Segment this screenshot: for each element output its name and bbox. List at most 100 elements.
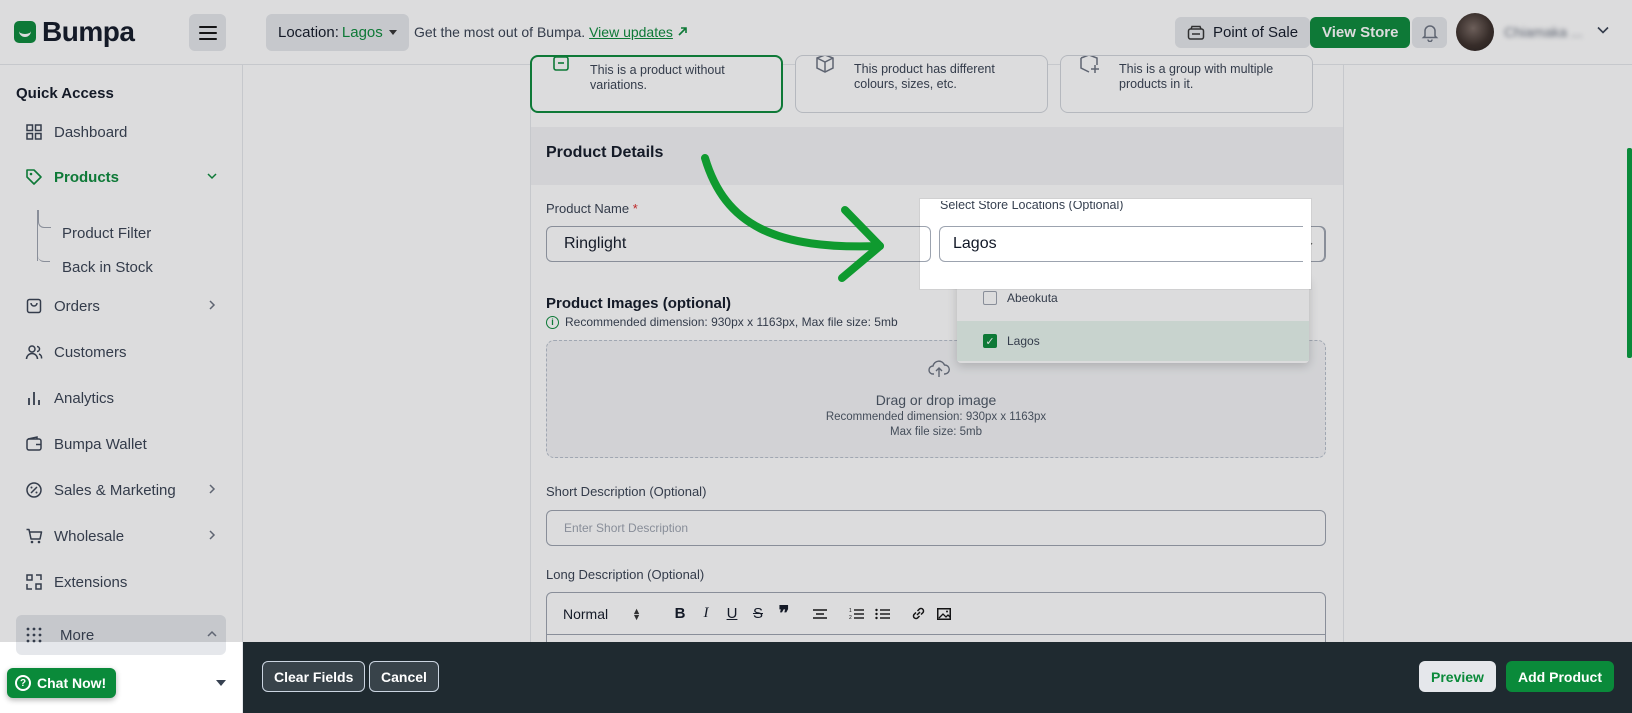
bumpa-logo-icon bbox=[14, 21, 36, 43]
point-of-sale-button[interactable]: Point of Sale bbox=[1175, 17, 1311, 48]
sidebar-item-label: Bumpa Wallet bbox=[54, 435, 147, 453]
product-details-title: Product Details bbox=[546, 144, 664, 161]
sidebar-item-extensions[interactable]: Extensions bbox=[16, 562, 226, 602]
cloud-upload-icon bbox=[928, 360, 950, 377]
cart-icon bbox=[24, 526, 44, 546]
bullet-list-icon[interactable] bbox=[869, 602, 895, 626]
pos-terminal-icon bbox=[1187, 25, 1205, 40]
sidebar-item-bumpa-wallet[interactable]: Bumpa Wallet bbox=[16, 424, 226, 464]
info-icon: i bbox=[546, 315, 559, 329]
bag-icon bbox=[24, 296, 44, 316]
sidebar-item-sales-marketing[interactable]: Sales & Marketing bbox=[16, 470, 226, 510]
image-icon[interactable] bbox=[931, 602, 957, 626]
underline-icon[interactable]: U bbox=[719, 602, 745, 626]
product-name-label: Product Name * bbox=[546, 201, 638, 216]
page-scrollbar[interactable] bbox=[1627, 148, 1632, 358]
view-updates-link[interactable]: View updates bbox=[589, 24, 673, 40]
sidebar-subitem-product-filter[interactable]: Product Filter bbox=[62, 225, 151, 242]
short-description-label: Short Description (Optional) bbox=[546, 484, 707, 499]
user-name[interactable]: Chiamaka ... bbox=[1504, 24, 1583, 40]
grid-icon bbox=[24, 122, 44, 142]
caret-down-icon bbox=[388, 30, 397, 35]
bumpa-logo[interactable]: Bumpa bbox=[14, 16, 135, 48]
link-icon[interactable] bbox=[905, 602, 931, 626]
percent-icon bbox=[24, 480, 44, 500]
product-type-simple-card[interactable]: This is a product without variations. bbox=[530, 55, 783, 113]
chevron-right-icon bbox=[209, 300, 216, 310]
align-icon[interactable] bbox=[807, 602, 833, 626]
chat-now-button[interactable]: ? Chat Now! bbox=[7, 668, 117, 698]
dropzone-title: Drag or drop image bbox=[875, 392, 997, 408]
form-footer: Clear Fields Cancel Preview Add Product bbox=[243, 642, 1632, 713]
sidebar-item-more[interactable]: More bbox=[16, 615, 226, 655]
chevron-down-icon[interactable] bbox=[1596, 23, 1610, 37]
italic-icon[interactable]: I bbox=[693, 602, 719, 626]
puzzle-icon bbox=[24, 572, 44, 592]
menu-toggle-button[interactable] bbox=[189, 14, 226, 51]
notifications-button[interactable] bbox=[1412, 17, 1447, 48]
bell-icon bbox=[1421, 25, 1438, 42]
cancel-button[interactable]: Cancel bbox=[369, 661, 439, 692]
store-location-label: Select Store Locations (Optional) bbox=[940, 201, 1124, 211]
location-selector[interactable]: Location: Lagos bbox=[266, 14, 409, 51]
sidebar: Quick Access Dashboard Products Product … bbox=[0, 65, 243, 713]
caret-down-icon[interactable] bbox=[216, 680, 226, 686]
sidebar-item-label: Wholesale bbox=[54, 527, 125, 545]
help-icon: ? bbox=[15, 675, 31, 691]
logo-text: Bumpa bbox=[42, 16, 135, 47]
short-description-input[interactable]: Enter Short Description bbox=[546, 510, 1326, 546]
dropdown-option-lagos[interactable]: ✓ Lagos bbox=[957, 321, 1309, 361]
chevron-right-icon bbox=[209, 530, 216, 540]
store-location-spotlight: Select Store Locations (Optional) Lagos bbox=[920, 199, 1311, 289]
strikethrough-icon[interactable]: S bbox=[745, 602, 771, 626]
guide-arrow-icon bbox=[701, 154, 884, 282]
quote-icon[interactable]: ❞ bbox=[771, 602, 797, 626]
add-product-button[interactable]: Add Product bbox=[1506, 661, 1614, 692]
cube-icon bbox=[816, 56, 834, 73]
sidebar-item-wholesale[interactable]: Wholesale bbox=[16, 516, 226, 556]
sidebar-subitem-back-in-stock[interactable]: Back in Stock bbox=[62, 259, 153, 276]
sidebar-item-label: Dashboard bbox=[54, 123, 128, 141]
store-location-select[interactable]: Lagos bbox=[939, 226, 1303, 262]
long-description-label: Long Description (Optional) bbox=[546, 567, 705, 582]
product-images-hint: i Recommended dimension: 930px x 1163px,… bbox=[546, 315, 898, 329]
location-value: Lagos bbox=[341, 24, 383, 41]
checkbox-checked-icon[interactable]: ✓ bbox=[983, 334, 997, 348]
arrow-up-right-icon bbox=[678, 27, 687, 36]
product-type-variant-card[interactable]: This product has different colours, size… bbox=[795, 55, 1048, 113]
clear-fields-button[interactable]: Clear Fields bbox=[262, 661, 366, 692]
dots-grid-icon bbox=[24, 625, 44, 645]
user-avatar[interactable] bbox=[1456, 13, 1494, 51]
product-type-description: This is a group with multiple products i… bbox=[1119, 62, 1274, 91]
required-mark: * bbox=[632, 201, 638, 216]
ordered-list-icon[interactable]: 12 bbox=[843, 602, 869, 626]
checkbox-unchecked-icon[interactable] bbox=[983, 291, 997, 305]
pos-label: Point of Sale bbox=[1213, 24, 1299, 41]
sidebar-item-label: Sales & Marketing bbox=[54, 481, 176, 499]
format-select[interactable]: Normal ▲ ▼ bbox=[563, 606, 657, 622]
dropzone-dimension: Recommended dimension: 930px x 1163px bbox=[825, 411, 1047, 423]
location-label: Location: bbox=[278, 24, 339, 41]
quick-access-title: Quick Access bbox=[16, 85, 114, 102]
sidebar-item-dashboard[interactable]: Dashboard bbox=[16, 112, 226, 152]
view-store-button[interactable]: View Store bbox=[1310, 17, 1411, 48]
tag-icon bbox=[24, 167, 44, 187]
sidebar-item-label: Orders bbox=[54, 297, 100, 315]
bar-chart-icon bbox=[24, 388, 44, 408]
chevron-right-icon bbox=[209, 484, 216, 494]
hamburger-icon bbox=[198, 25, 217, 28]
sidebar-item-products[interactable]: Products bbox=[16, 157, 226, 197]
sidebar-item-customers[interactable]: Customers bbox=[16, 332, 226, 372]
users-icon bbox=[24, 342, 44, 362]
promo-banner: Get the most out of Bumpa. View updates bbox=[414, 24, 688, 40]
sidebar-item-analytics[interactable]: Analytics bbox=[16, 378, 226, 418]
svg-text:2: 2 bbox=[849, 615, 852, 620]
submenu-connector bbox=[37, 210, 51, 262]
bold-icon[interactable]: B bbox=[667, 602, 693, 626]
product-type-group-card[interactable]: This is a group with multiple products i… bbox=[1060, 55, 1313, 113]
main-content: This is a product without variations. Th… bbox=[244, 55, 1632, 652]
preview-button[interactable]: Preview bbox=[1419, 661, 1496, 692]
product-type-description: This is a product without variations. bbox=[590, 63, 725, 92]
dropzone-size: Max file size: 5mb bbox=[889, 426, 983, 438]
sidebar-item-orders[interactable]: Orders bbox=[16, 286, 226, 326]
